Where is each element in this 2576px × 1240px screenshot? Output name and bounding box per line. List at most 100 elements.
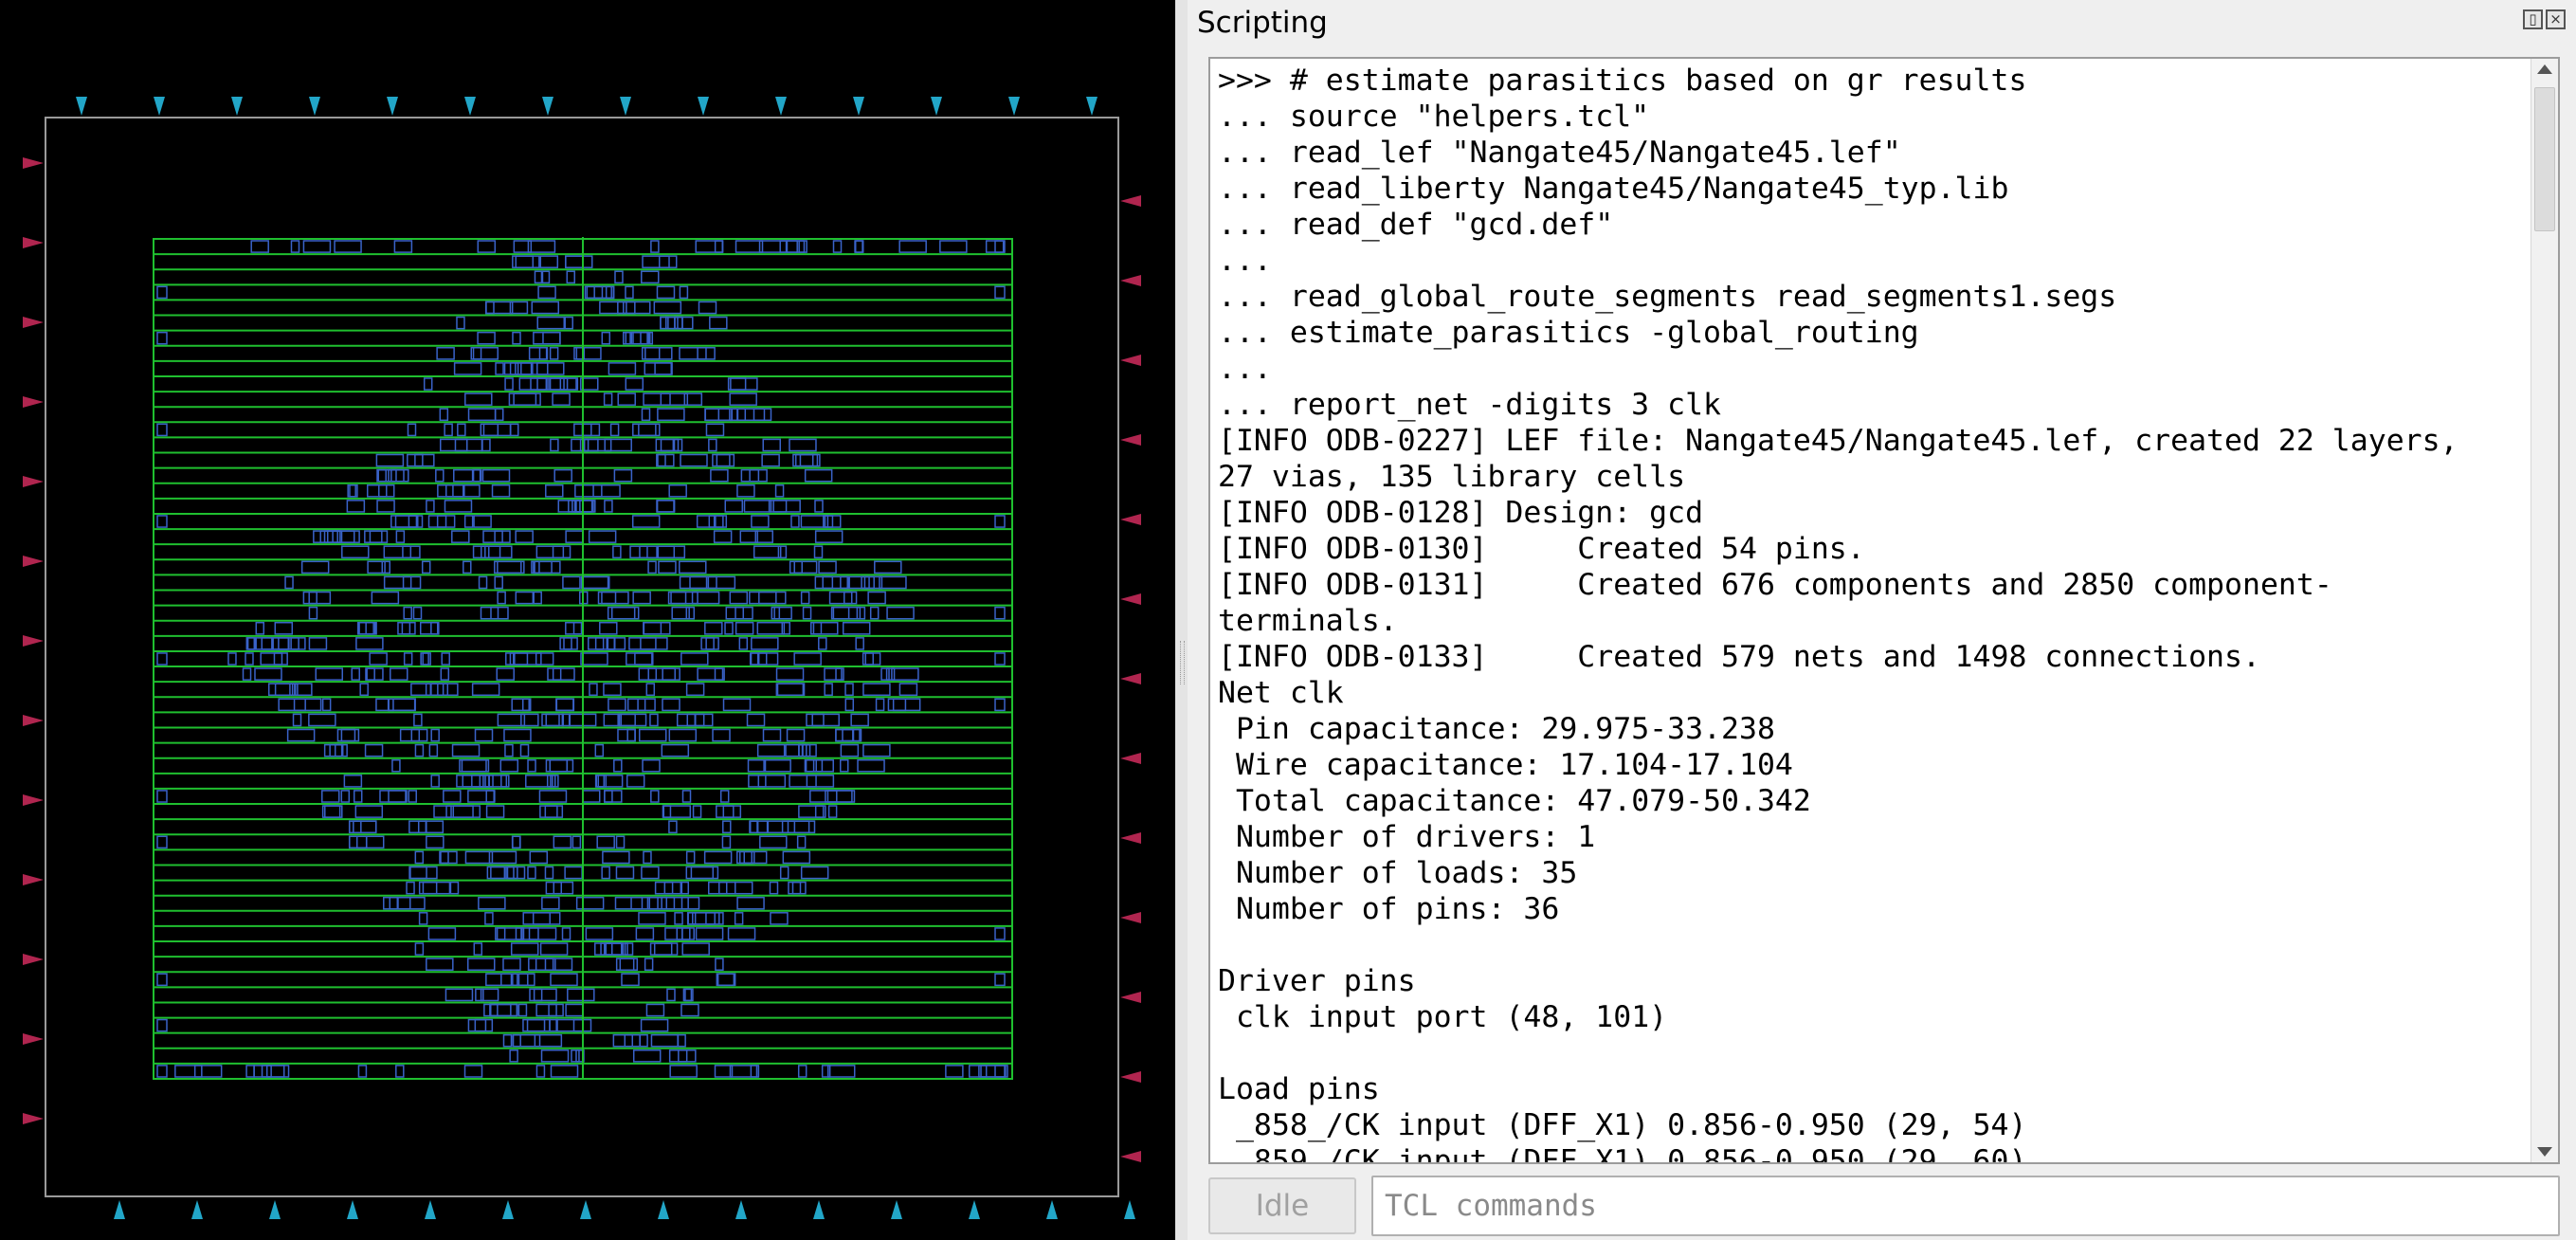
cell-instance: [562, 575, 581, 590]
cell-instance: [452, 483, 481, 498]
io-pin-bottom: [269, 1200, 281, 1219]
cell-instance: [545, 483, 564, 498]
cell-instance: [464, 392, 493, 406]
scroll-thumb[interactable]: [2534, 87, 2555, 231]
cell-instance: [994, 698, 1006, 712]
cell-instance: [827, 805, 838, 818]
cell-instance: [668, 483, 687, 498]
cell-instance: [729, 392, 757, 406]
cell-instance: [735, 606, 753, 620]
io-pin-top: [231, 97, 243, 116]
cell-instance: [658, 560, 677, 574]
io-pin-bottom: [114, 1200, 125, 1219]
console-line: ... read_def "gcd.def": [1218, 208, 1614, 242]
cell-instance: [799, 453, 819, 467]
cell-instance: [156, 1018, 168, 1032]
panel-title: Scripting: [1197, 6, 1328, 40]
cell-instance: [571, 835, 582, 849]
cell-instance: [441, 652, 450, 666]
cell-instance: [377, 468, 387, 483]
cell-instance: [786, 240, 806, 253]
console-scrollbar[interactable]: [2531, 59, 2558, 1162]
cell-instance: [793, 652, 822, 666]
cell-instance: [156, 331, 168, 345]
close-icon[interactable]: ×: [2546, 9, 2566, 29]
console-line: ...: [1218, 244, 1272, 278]
cell-instance: [484, 301, 514, 315]
cell-instance: [534, 1033, 563, 1048]
cell-instance: [657, 453, 666, 467]
cell-instance: [685, 850, 696, 865]
cell-instance: [549, 377, 577, 391]
cell-instance: [300, 560, 330, 574]
panel-splitter[interactable]: [1175, 0, 1188, 1240]
cell-instance: [978, 1065, 1007, 1078]
cell-instance: [621, 973, 640, 987]
cell-instance: [643, 621, 662, 635]
cell-instance: [533, 331, 561, 345]
cell-instance: [844, 683, 854, 697]
io-pin-right: [1120, 1151, 1141, 1162]
status-button[interactable]: Idle: [1208, 1177, 1356, 1234]
cell-instance: [700, 637, 719, 650]
cell-instance: [748, 775, 767, 788]
cell-instance: [439, 408, 449, 422]
cell-instance: [770, 912, 789, 925]
cell-instance: [437, 483, 465, 498]
cell-instance: [535, 1065, 546, 1078]
cell-instance: [994, 515, 1006, 528]
cell-instance: [751, 515, 770, 528]
cell-instance: [594, 942, 613, 956]
cell-instance: [486, 866, 506, 880]
cell-instance: [565, 255, 584, 268]
cell-instance: [529, 850, 549, 865]
io-pin-right: [1120, 753, 1141, 764]
cell-instance: [715, 957, 724, 971]
cell-instance: [564, 255, 593, 268]
cell-instance: [656, 285, 676, 300]
cell-instance: [794, 453, 814, 467]
float-window-icon[interactable]: ▯: [2523, 9, 2543, 29]
cell-instance: [515, 530, 534, 543]
tcl-command-input[interactable]: [1371, 1176, 2560, 1236]
cell-instance: [353, 820, 362, 834]
cell-instance: [804, 468, 833, 483]
console-output[interactable]: >>> # estimate parasitics based on gr re…: [1208, 57, 2560, 1164]
cell-instance: [555, 1018, 584, 1032]
cell-instance: [549, 377, 569, 391]
cell-instance: [660, 392, 689, 406]
cell-instance: [510, 423, 519, 437]
cell-instance: [714, 240, 724, 253]
cell-instance: [632, 1049, 662, 1063]
cell-instance: [429, 683, 449, 697]
cell-instance: [474, 728, 494, 742]
cell-instance: [376, 468, 405, 483]
cell-instance: [685, 683, 705, 697]
scroll-up-arrow-icon[interactable]: [2537, 64, 2552, 74]
cell-instance: [668, 820, 678, 834]
cell-instance: [650, 790, 660, 803]
io-pin-bottom: [502, 1200, 514, 1219]
cell-instance: [408, 820, 427, 834]
cell-instance: [474, 1018, 494, 1032]
cell-instance: [810, 621, 839, 635]
console-line: Number of loads: 35: [1218, 856, 1578, 890]
cell-instance: [494, 408, 504, 422]
cell-instance: [624, 942, 634, 956]
cell-instance: [680, 896, 700, 910]
cell-instance: [824, 667, 843, 681]
cell-instance: [410, 728, 421, 742]
cell-instance: [698, 301, 717, 315]
layout-viewer[interactable]: [0, 0, 1175, 1240]
io-pin-left: [23, 874, 44, 885]
cell-instance: [617, 392, 636, 406]
io-pin-bottom: [347, 1200, 358, 1219]
cell-instance: [542, 331, 561, 345]
cell-instance: [605, 285, 615, 300]
cell-instance: [535, 957, 554, 971]
cell-instance: [435, 468, 444, 483]
cell-instance: [842, 728, 861, 742]
layout-canvas[interactable]: [0, 0, 1175, 1240]
cell-instance: [632, 591, 651, 605]
scroll-down-arrow-icon[interactable]: [2537, 1147, 2552, 1157]
